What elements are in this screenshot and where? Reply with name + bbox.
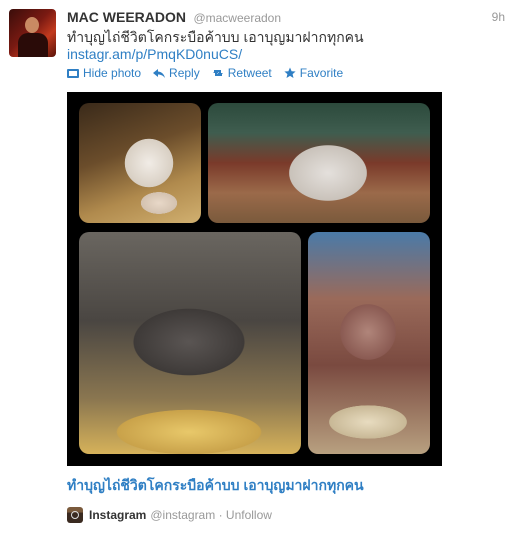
retweet-label: Retweet: [227, 66, 272, 80]
favorite-label: Favorite: [299, 66, 344, 80]
retweet-button[interactable]: Retweet: [212, 65, 272, 81]
photo-collage-tile: [308, 232, 430, 454]
photo-collage-tile: [79, 232, 301, 454]
tweet-photo[interactable]: [67, 92, 442, 466]
reply-button[interactable]: Reply: [153, 65, 200, 81]
author-username[interactable]: @macweeradon: [193, 11, 281, 25]
tweet-timestamp[interactable]: 9h: [492, 10, 505, 24]
reply-icon: [153, 69, 166, 78]
media-source: Instagram @instagram · Unfollow: [67, 506, 272, 524]
unfollow-button[interactable]: · Unfollow: [219, 508, 272, 522]
media-caption[interactable]: ทำบุญไถ่ชีวิตโคกระบือค้าบบ เอาบุญมาฝากทุ…: [67, 476, 364, 494]
hide-photo-label: Hide photo: [83, 66, 142, 80]
author-fullname[interactable]: MAC WEERADON: [67, 9, 186, 25]
favorite-button[interactable]: Favorite: [284, 65, 343, 81]
reply-label: Reply: [169, 66, 200, 80]
tweet-link[interactable]: instagr.am/p/PmqKD0nuCS/: [67, 45, 242, 63]
photo-collage-tile: [79, 103, 201, 223]
hide-photo-button[interactable]: Hide photo: [67, 65, 141, 81]
retweet-icon: [212, 70, 223, 76]
avatar-face: [25, 17, 39, 33]
photo-collage-tile: [208, 103, 430, 223]
avatar[interactable]: [9, 9, 56, 57]
avatar-body: [18, 33, 48, 57]
source-name[interactable]: Instagram: [89, 508, 146, 522]
photo-icon: [67, 69, 79, 78]
star-icon: [284, 67, 296, 78]
tweet-text: ทำบุญไถ่ชีวิตโคกระบือค้าบบ เอาบุญมาฝากทุ…: [67, 29, 364, 45]
tweet-actions: Hide photo Reply Retweet Favorite: [67, 65, 343, 81]
instagram-icon: [67, 507, 83, 523]
tweet-header: MAC WEERADON @macweeradon 9h: [67, 9, 505, 27]
source-handle[interactable]: @instagram: [150, 508, 215, 522]
